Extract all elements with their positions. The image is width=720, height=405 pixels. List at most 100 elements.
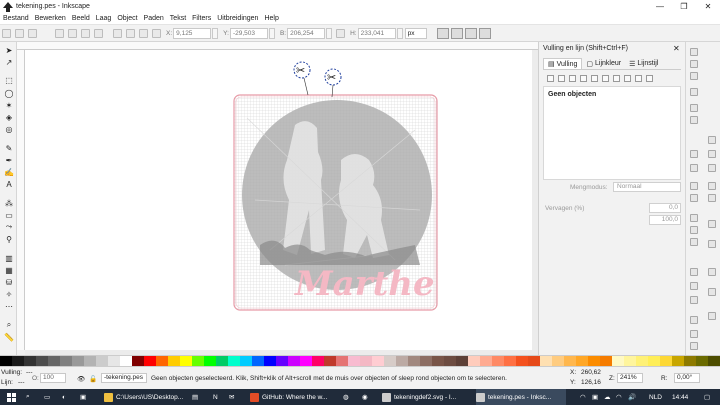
snap-page-icon[interactable] bbox=[708, 240, 716, 248]
group-icon[interactable] bbox=[690, 296, 698, 304]
lock-icon[interactable] bbox=[336, 28, 346, 38]
taskbar-github[interactable]: GitHub: Where the w... bbox=[250, 389, 338, 405]
palette-swatch[interactable] bbox=[516, 356, 528, 366]
visibility-icon[interactable]: 👁 bbox=[77, 375, 85, 383]
palette-swatch[interactable] bbox=[72, 356, 84, 366]
palette-swatch[interactable] bbox=[168, 356, 180, 366]
bucket-tool-icon[interactable]: ⛁ bbox=[4, 277, 14, 287]
dialog-close-button[interactable]: ✕ bbox=[673, 44, 680, 53]
menu-uitbreidingen[interactable]: Uitbreidingen bbox=[214, 15, 261, 22]
palette-swatch[interactable] bbox=[132, 356, 144, 366]
zoom-page-icon[interactable] bbox=[690, 238, 698, 246]
swatch-icon[interactable] bbox=[613, 74, 620, 82]
menu-filters[interactable]: Filters bbox=[189, 15, 214, 22]
radial-gradient-icon[interactable] bbox=[580, 74, 587, 82]
calligraphy-tool-icon[interactable]: ✍ bbox=[4, 167, 14, 177]
new-document-icon[interactable] bbox=[690, 48, 698, 56]
palette-swatch[interactable] bbox=[144, 356, 156, 366]
app-icon[interactable]: ▤ bbox=[192, 389, 204, 405]
tray-icon[interactable]: ▣ bbox=[592, 389, 602, 405]
paste-icon[interactable] bbox=[690, 194, 698, 202]
zoom-field[interactable]: 241% bbox=[617, 373, 643, 383]
tweak-tool-icon[interactable]: ✧ bbox=[4, 289, 14, 299]
palette-swatch[interactable] bbox=[408, 356, 420, 366]
start-button[interactable] bbox=[4, 389, 18, 405]
palette-swatch[interactable] bbox=[384, 356, 396, 366]
palette-swatch[interactable] bbox=[84, 356, 96, 366]
snap-guide-icon[interactable] bbox=[708, 288, 716, 296]
palette-swatch[interactable] bbox=[24, 356, 36, 366]
palette-swatch[interactable] bbox=[288, 356, 300, 366]
x-field[interactable]: 9,125 bbox=[173, 27, 212, 39]
tab-lijnkleur[interactable]: ▢ Lijnkleur bbox=[582, 58, 625, 69]
search-icon[interactable]: ⌕ bbox=[26, 389, 38, 405]
flip-vertical-icon[interactable] bbox=[94, 28, 103, 38]
palette-swatch[interactable] bbox=[444, 356, 456, 366]
spotify-icon[interactable]: ◉ bbox=[362, 389, 374, 405]
palette-swatch[interactable] bbox=[672, 356, 684, 366]
palette-swatch[interactable] bbox=[312, 356, 324, 366]
ungroup-icon[interactable] bbox=[690, 316, 698, 324]
xml-editor-icon[interactable] bbox=[690, 342, 698, 350]
edge-browser-icon[interactable]: ◐ bbox=[62, 389, 74, 405]
y-field[interactable]: -29,503 bbox=[229, 27, 268, 39]
maximize-button[interactable]: ❐ bbox=[672, 0, 696, 13]
palette-swatch[interactable] bbox=[456, 356, 468, 366]
star-tool-icon[interactable]: ✶ bbox=[4, 100, 14, 110]
palette-swatch[interactable] bbox=[576, 356, 588, 366]
zoom-selection-icon[interactable] bbox=[690, 214, 698, 222]
blur-field[interactable]: 0,0 bbox=[649, 203, 681, 213]
palette-swatch[interactable] bbox=[540, 356, 552, 366]
whatsapp-icon[interactable]: ◍ bbox=[343, 389, 355, 405]
rotate-cw-icon[interactable] bbox=[68, 28, 77, 38]
palette-swatch[interactable] bbox=[12, 356, 24, 366]
width-field[interactable]: 206,254 bbox=[287, 27, 326, 39]
task-view-icon[interactable]: ▭ bbox=[44, 389, 56, 405]
menu-tekst[interactable]: Tekst bbox=[167, 15, 189, 22]
select-all-icon[interactable] bbox=[2, 28, 11, 38]
mesh-tool-icon[interactable]: ▦ bbox=[4, 265, 14, 275]
snap-intersections-icon[interactable] bbox=[708, 194, 716, 202]
save-icon[interactable] bbox=[690, 72, 698, 80]
palette-swatch[interactable] bbox=[420, 356, 432, 366]
snap-bbox-icon[interactable] bbox=[708, 150, 716, 158]
scale-stroke-icon[interactable] bbox=[436, 27, 449, 39]
lower-to-bottom-icon[interactable] bbox=[152, 28, 161, 38]
clone-icon[interactable] bbox=[690, 282, 698, 290]
menu-object[interactable]: Object bbox=[114, 15, 140, 22]
gradient-tool-icon[interactable]: ▥ bbox=[4, 253, 14, 263]
snap-other-icon[interactable] bbox=[708, 312, 716, 320]
unset-icon[interactable] bbox=[624, 74, 631, 82]
snap-nodes-icon[interactable] bbox=[708, 164, 716, 172]
width-spinner[interactable] bbox=[326, 27, 333, 39]
palette-swatch[interactable] bbox=[120, 356, 132, 366]
palette-swatch[interactable] bbox=[552, 356, 564, 366]
taskbar-inkscape-pes[interactable]: tekening.pes - Inksc... bbox=[476, 389, 566, 405]
menu-bewerken[interactable]: Bewerken bbox=[32, 15, 69, 22]
menu-help[interactable]: Help bbox=[261, 15, 281, 22]
palette-swatch[interactable] bbox=[372, 356, 384, 366]
snap-center-icon[interactable] bbox=[708, 220, 716, 228]
palette-swatch[interactable] bbox=[216, 356, 228, 366]
x-spinner[interactable] bbox=[212, 27, 219, 39]
palette-swatch[interactable] bbox=[480, 356, 492, 366]
palette-swatch[interactable] bbox=[156, 356, 168, 366]
zoom-drawing-icon[interactable] bbox=[690, 226, 698, 234]
dropper-tool-icon[interactable]: ⚲ bbox=[4, 234, 14, 244]
zoom-tool-icon[interactable]: ⌕ bbox=[4, 320, 14, 330]
node-tool-icon[interactable]: ↗ bbox=[4, 57, 14, 67]
3d-box-tool-icon[interactable]: ◈ bbox=[4, 112, 14, 122]
palette-swatch[interactable] bbox=[660, 356, 672, 366]
text-tool-icon[interactable]: A bbox=[4, 179, 14, 189]
lock-layer-icon[interactable]: 🔓 bbox=[89, 375, 97, 383]
store-icon[interactable]: ▣ bbox=[80, 389, 92, 405]
deselect-icon[interactable] bbox=[28, 28, 37, 38]
scissors-icon[interactable]: ✂ bbox=[324, 68, 342, 98]
color-palette[interactable] bbox=[0, 355, 720, 366]
palette-swatch[interactable] bbox=[492, 356, 504, 366]
menu-paden[interactable]: Paden bbox=[141, 15, 167, 22]
palette-swatch[interactable] bbox=[360, 356, 372, 366]
zoom-canvas-tool-icon[interactable]: ⬚ bbox=[4, 75, 14, 85]
tab-vulling[interactable]: ▤ Vulling bbox=[543, 58, 583, 69]
palette-swatch[interactable] bbox=[48, 356, 60, 366]
